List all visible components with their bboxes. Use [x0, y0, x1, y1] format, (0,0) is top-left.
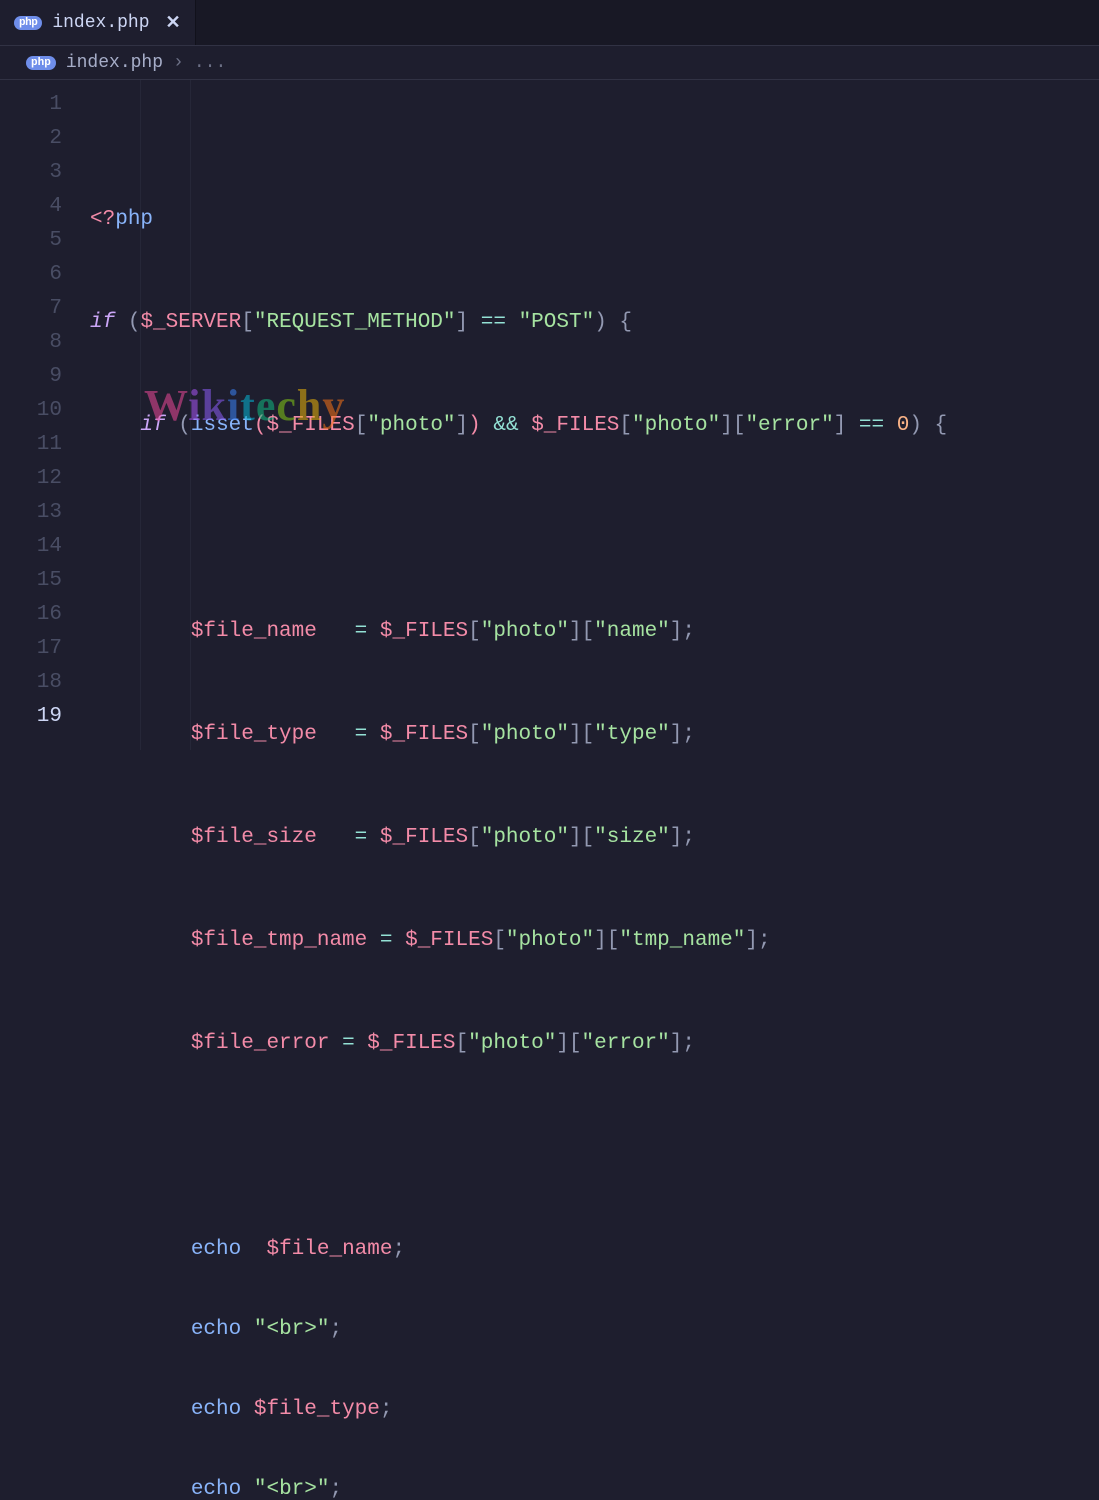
code-line: echo "<br>";: [90, 1473, 1099, 1500]
code-line: [90, 1130, 1099, 1164]
line-number: 17: [0, 632, 62, 666]
line-number: 5: [0, 224, 62, 258]
code-line: echo $file_type;: [90, 1393, 1099, 1427]
chevron-right-icon: ›: [173, 53, 184, 73]
line-number: 2: [0, 122, 62, 156]
line-number: 16: [0, 598, 62, 632]
line-number: 10: [0, 394, 62, 428]
code-line: echo $file_name;: [90, 1233, 1099, 1267]
php-icon: php: [26, 56, 56, 70]
line-number: 15: [0, 564, 62, 598]
code-line: $file_name = $_FILES["photo"]["name"];: [90, 615, 1099, 649]
tab-bar: php index.php ✕: [0, 0, 1099, 46]
php-icon: php: [14, 16, 42, 30]
breadcrumb[interactable]: php index.php › ...: [0, 46, 1099, 80]
tab-index-php[interactable]: php index.php ✕: [0, 0, 196, 45]
editor[interactable]: 12345678910111213141516171819 <?php if (…: [0, 80, 1099, 750]
line-number: 8: [0, 326, 62, 360]
code-line: if ($_SERVER["REQUEST_METHOD"] == "POST"…: [90, 306, 1099, 340]
line-number: 19: [0, 700, 62, 734]
breadcrumb-file: index.php: [66, 53, 163, 73]
code-area[interactable]: <?php if ($_SERVER["REQUEST_METHOD"] == …: [90, 80, 1099, 750]
code-line: echo "<br>";: [90, 1313, 1099, 1347]
code-line: $file_error = $_FILES["photo"]["error"];: [90, 1027, 1099, 1061]
line-number: 11: [0, 428, 62, 462]
line-number: 3: [0, 156, 62, 190]
line-number: 4: [0, 190, 62, 224]
line-number: 1: [0, 88, 62, 122]
code-line: $file_tmp_name = $_FILES["photo"]["tmp_n…: [90, 924, 1099, 958]
line-number: 18: [0, 666, 62, 700]
code-line: $file_size = $_FILES["photo"]["size"];: [90, 821, 1099, 855]
line-number: 6: [0, 258, 62, 292]
breadcrumb-dots: ...: [194, 53, 226, 73]
line-number: 9: [0, 360, 62, 394]
tab-label: index.php: [52, 13, 149, 33]
line-number: 7: [0, 292, 62, 326]
line-number: 12: [0, 462, 62, 496]
line-number-gutter: 12345678910111213141516171819: [0, 80, 90, 750]
code-line: <?php: [90, 203, 1099, 237]
code-line: $file_type = $_FILES["photo"]["type"];: [90, 718, 1099, 752]
line-number: 14: [0, 530, 62, 564]
close-icon[interactable]: ✕: [166, 12, 181, 34]
code-line: [90, 512, 1099, 546]
code-line: if (isset($_FILES["photo"]) && $_FILES["…: [90, 409, 1099, 443]
line-number: 13: [0, 496, 62, 530]
